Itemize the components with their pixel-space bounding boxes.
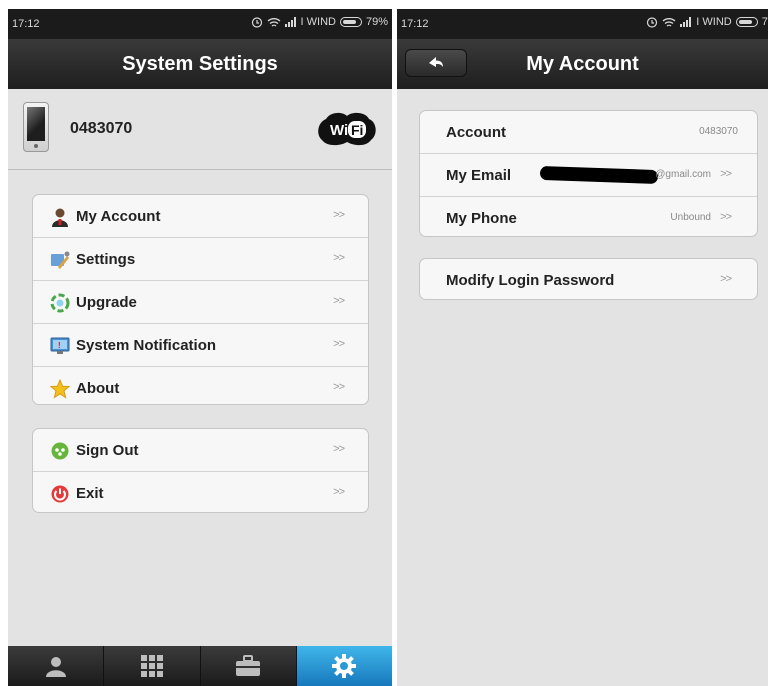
chevron-right-icon: >> <box>333 338 345 350</box>
wrench-icon <box>51 251 70 269</box>
account-value: 0483070 <box>699 126 738 137</box>
modify-password-row[interactable]: Modify Login Password >> <box>420 259 757 299</box>
battery-level: 79 <box>761 16 768 28</box>
chevron-right-icon: >> <box>333 252 345 264</box>
status-bar: 17:12 I WIND 79% <box>8 9 392 39</box>
menu-item-label: Sign Out <box>76 442 139 459</box>
notification-icon: ! <box>50 337 70 354</box>
menu-item-my-account[interactable]: My Account >> <box>33 195 368 238</box>
menu-item-exit[interactable]: Exit >> <box>33 472 368 512</box>
session-menu-card: Sign Out >> Exit >> <box>32 428 369 513</box>
phone-label: My Phone <box>446 210 517 227</box>
account-row: Account 0483070 <box>420 111 757 154</box>
battery-icon <box>339 17 362 27</box>
menu-item-upgrade[interactable]: Upgrade >> <box>33 281 368 324</box>
email-value: @gmail.com <box>655 169 711 180</box>
chevron-right-icon: >> <box>720 211 732 223</box>
page-title: System Settings <box>8 39 392 89</box>
cell-signal-icon <box>680 17 692 27</box>
system-settings-screen: 17:12 I WIND 79% System Settings 0483070… <box>8 9 392 686</box>
phone-device-icon <box>23 102 49 152</box>
main-menu-card: My Account >> Settings >> Upgrade >> ! S… <box>32 194 369 405</box>
redaction-mark <box>539 165 659 185</box>
password-card: Modify Login Password >> <box>419 258 758 300</box>
back-button[interactable] <box>405 49 467 77</box>
wifi-signal-icon <box>662 17 676 27</box>
menu-item-settings[interactable]: Settings >> <box>33 238 368 281</box>
email-label: My Email <box>446 167 512 184</box>
page-title: My Account <box>526 53 639 75</box>
chevron-right-icon: >> <box>333 381 345 393</box>
menu-item-about[interactable]: About >> <box>33 367 368 404</box>
status-time: 17:12 <box>12 18 40 30</box>
profile-header: 0483070 Wi Fi <box>8 89 392 170</box>
bottom-tab-bar <box>8 646 392 686</box>
alarm-icon <box>251 17 262 28</box>
svg-text:Wi: Wi <box>330 122 348 139</box>
menu-item-label: About <box>76 380 120 397</box>
menu-item-label: Settings <box>76 251 136 268</box>
menu-item-label: My Account <box>76 208 161 225</box>
user-icon <box>52 208 68 227</box>
menu-item-label: System Notification <box>76 337 217 354</box>
upgrade-icon <box>50 293 70 313</box>
cell-signal-icon <box>284 17 296 27</box>
status-bar: 17:12 I WIND 79 <box>397 9 768 39</box>
gear-icon <box>332 654 357 678</box>
modify-password-label: Modify Login Password <box>446 272 615 289</box>
status-time: 17:12 <box>401 18 429 30</box>
menu-item-label: Upgrade <box>76 294 137 311</box>
my-account-screen: 17:12 I WIND 79 My Account Account 04830… <box>397 9 768 686</box>
user-id: 0483070 <box>70 120 133 137</box>
svg-text:!: ! <box>58 341 61 350</box>
power-icon <box>51 485 69 503</box>
tab-settings[interactable] <box>296 646 392 686</box>
titlebar: My Account <box>397 39 768 89</box>
signout-icon <box>51 442 69 460</box>
carrier-name: I WIND <box>696 16 732 28</box>
chevron-right-icon: >> <box>333 443 345 455</box>
contacts-icon <box>45 657 66 677</box>
menu-item-label: Exit <box>76 485 104 502</box>
tab-contacts[interactable] <box>8 646 105 686</box>
chevron-right-icon: >> <box>333 486 345 498</box>
chevron-right-icon: >> <box>333 295 345 307</box>
carrier-name: I WIND <box>300 16 336 28</box>
chevron-right-icon: >> <box>720 168 732 180</box>
back-arrow-icon <box>429 57 443 67</box>
account-info-card: Account 0483070 My Email @gmail.com >> M… <box>419 110 758 237</box>
alarm-icon <box>647 17 658 28</box>
email-row[interactable]: My Email @gmail.com >> <box>420 154 757 197</box>
wifi-signal-icon <box>267 17 280 27</box>
battery-level: 79% <box>365 16 388 28</box>
chevron-right-icon: >> <box>720 273 732 285</box>
menu-item-system-notification[interactable]: ! System Notification >> <box>33 324 368 367</box>
chevron-right-icon: >> <box>333 209 345 221</box>
svg-text:Fi: Fi <box>351 122 363 138</box>
battery-icon <box>735 17 758 27</box>
phone-row[interactable]: My Phone Unbound >> <box>420 197 757 236</box>
star-icon <box>50 379 70 399</box>
keypad-icon <box>140 655 163 677</box>
phone-value: Unbound <box>670 212 711 223</box>
briefcase-icon <box>236 655 261 676</box>
account-label: Account <box>446 124 506 141</box>
tab-keypad[interactable] <box>104 646 201 686</box>
menu-item-sign-out[interactable]: Sign Out >> <box>33 429 368 472</box>
wifi-logo-icon: Wi Fi <box>318 112 376 146</box>
tab-toolbox[interactable] <box>200 646 297 686</box>
